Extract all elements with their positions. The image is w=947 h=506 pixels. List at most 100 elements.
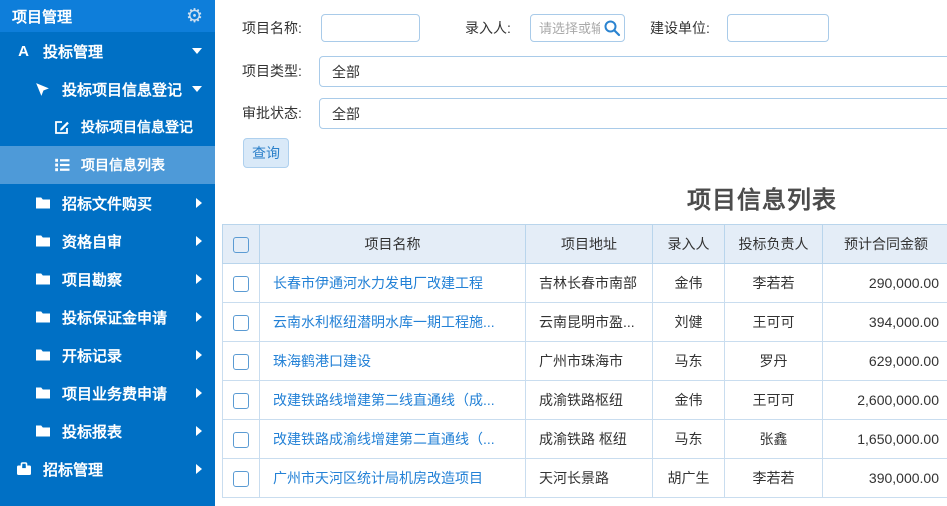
archive-icon <box>14 461 33 478</box>
project-name-link[interactable]: 珠海鹤港口建设 <box>273 353 371 369</box>
construction-unit-input[interactable] <box>727 14 829 42</box>
caret-right-icon <box>196 198 202 208</box>
column-header-project-address: 项目地址 <box>526 225 653 264</box>
sidebar-item-bid-bond-application[interactable]: 投标保证金申请 <box>0 298 215 336</box>
project-name-label: 项目名称: <box>242 14 302 42</box>
sidebar-item-label: 投标项目信息登记 <box>62 79 182 100</box>
project-info-table: 项目名称项目地址录入人投标负责人预计合同金额长春市伊通河水力发电厂改建工程 吉林长… <box>222 224 947 498</box>
bid-leader-link[interactable]: 罗丹 <box>725 342 823 381</box>
sidebar-item-bid-project-info-registration-group[interactable]: 投标项目信息登记 <box>0 70 215 108</box>
row-checkbox[interactable] <box>233 471 249 487</box>
sidebar-item-label: 项目信息列表 <box>81 155 165 175</box>
row-checkbox[interactable] <box>233 276 249 292</box>
project-address-cell: 吉林长春市南部 <box>526 264 653 303</box>
entry-person-link[interactable]: 马东 <box>653 420 725 459</box>
column-header-estimated-contract-amount: 预计合同金额 <box>823 225 947 264</box>
sidebar-item-bid-opening-record[interactable]: 开标记录 <box>0 336 215 374</box>
entry-person-link[interactable]: 金伟 <box>653 264 725 303</box>
location-arrow-icon <box>33 81 52 98</box>
folder-icon <box>33 347 52 364</box>
entry-person-link[interactable]: 马东 <box>653 342 725 381</box>
project-name-link[interactable]: 改建铁路成渝线增建第二直通线（... <box>273 431 495 447</box>
select-all-cell <box>223 225 260 264</box>
page-title: 项目信息列表 <box>652 180 872 215</box>
project-name-link[interactable]: 改建铁路线增建第二线直通线（成... <box>273 392 495 408</box>
table-row: 云南水利枢纽潜明水库一期工程施... 云南昆明市盈...刘健王可可394,000.… <box>223 303 947 342</box>
folder-icon <box>33 423 52 440</box>
amount-cell: 290,000.00 <box>823 264 947 303</box>
search-icon[interactable] <box>603 19 621 37</box>
sidebar-item-bid-report[interactable]: 投标报表 <box>0 412 215 450</box>
row-checkbox-cell <box>223 459 260 498</box>
table-row: 改建铁路成渝线增建第二直通线（...成渝铁路 枢纽马东张鑫1,650,000.0… <box>223 420 947 459</box>
caret-right-icon <box>196 388 202 398</box>
table-row: 改建铁路线增建第二线直通线（成...成渝铁路枢纽金伟王可可2,600,000.0… <box>223 381 947 420</box>
project-address-cell: 广州市珠海市 <box>526 342 653 381</box>
row-checkbox[interactable] <box>233 354 249 370</box>
row-checkbox[interactable] <box>233 432 249 448</box>
sidebar-item-label: 开标记录 <box>62 345 122 366</box>
sidebar-item-project-survey[interactable]: 项目勘察 <box>0 260 215 298</box>
sidebar-item-qualification-self-review[interactable]: 资格自审 <box>0 222 215 260</box>
entry-person-link[interactable]: 刘健 <box>653 303 725 342</box>
caret-right-icon <box>196 350 202 360</box>
row-checkbox-cell <box>223 420 260 459</box>
sidebar-title: 项目管理 <box>12 6 72 27</box>
sidebar: 项目管理 ⚙ A投标管理投标项目信息登记投标项目信息登记项目信息列表招标文件购买… <box>0 0 215 506</box>
sidebar-item-tender-document-purchase[interactable]: 招标文件购买 <box>0 184 215 222</box>
project-type-select[interactable]: 全部 <box>319 56 947 87</box>
row-checkbox-cell <box>223 264 260 303</box>
sidebar-item-project-business-fee-application[interactable]: 项目业务费申请 <box>0 374 215 412</box>
amount-cell: 2,600,000.00 <box>823 381 947 420</box>
column-header-project-name: 项目名称 <box>260 225 526 264</box>
table-row: 珠海鹤港口建设广州市珠海市马东罗丹629,000.00 <box>223 342 947 381</box>
query-button[interactable]: 查询 <box>243 138 289 168</box>
app: 项目管理 ⚙ A投标管理投标项目信息登记投标项目信息登记项目信息列表招标文件购买… <box>0 0 947 506</box>
edit-icon <box>52 119 71 136</box>
main-content: 项目名称: 录入人: 建设单位: 项目类型: 全部 审批状态: 全部 查询 项目… <box>215 0 947 506</box>
sidebar-item-label: 投标报表 <box>62 421 122 442</box>
row-checkbox[interactable] <box>233 315 249 331</box>
select-all-checkbox[interactable] <box>233 237 249 253</box>
sidebar-item-label: 项目业务费申请 <box>62 383 167 404</box>
folder-icon <box>33 233 52 250</box>
amount-cell: 1,650,000.00 <box>823 420 947 459</box>
sidebar-item-label: 项目勘察 <box>62 269 122 290</box>
sidebar-header: 项目管理 ⚙ <box>0 0 215 32</box>
gear-icon[interactable]: ⚙ <box>186 7 203 26</box>
sidebar-item-project-info-list[interactable]: 项目信息列表 <box>0 146 215 184</box>
sidebar-item-label: 投标保证金申请 <box>62 307 167 328</box>
project-name-input[interactable] <box>321 14 420 42</box>
amount-cell: 390,000.00 <box>823 459 947 498</box>
caret-right-icon <box>196 236 202 246</box>
bid-leader-link[interactable]: 李若若 <box>725 264 823 303</box>
bid-leader-link[interactable]: 张鑫 <box>725 420 823 459</box>
caret-down-icon <box>192 86 202 92</box>
project-address-cell: 天河长景路 <box>526 459 653 498</box>
entry-person-link[interactable]: 胡广生 <box>653 459 725 498</box>
caret-right-icon <box>196 426 202 436</box>
entry-person-label: 录入人: <box>465 14 511 42</box>
sidebar-item-bid-management[interactable]: A投标管理 <box>0 32 215 70</box>
bid-leader-link[interactable]: 王可可 <box>725 303 823 342</box>
project-name-link[interactable]: 长春市伊通河水力发电厂改建工程 <box>273 275 483 291</box>
project-address-cell: 云南昆明市盈... <box>526 303 653 342</box>
bid-leader-link[interactable]: 王可可 <box>725 381 823 420</box>
entry-person-link[interactable]: 金伟 <box>653 381 725 420</box>
sidebar-item-label: 招标管理 <box>43 459 103 480</box>
bid-leader-link[interactable]: 李若若 <box>725 459 823 498</box>
project-name-link[interactable]: 云南水利枢纽潜明水库一期工程施... <box>273 314 495 330</box>
approval-status-select[interactable]: 全部 <box>319 98 947 129</box>
amount-cell: 394,000.00 <box>823 303 947 342</box>
project-name-link[interactable]: 广州市天河区统计局机房改造项目 <box>273 470 483 486</box>
row-checkbox[interactable] <box>233 393 249 409</box>
folder-icon <box>33 271 52 288</box>
column-header-entry-person: 录入人 <box>653 225 725 264</box>
sidebar-item-bid-project-info-registration[interactable]: 投标项目信息登记 <box>0 108 215 146</box>
row-checkbox-cell <box>223 381 260 420</box>
folder-icon <box>33 195 52 212</box>
sidebar-menu: A投标管理投标项目信息登记投标项目信息登记项目信息列表招标文件购买资格自审项目勘… <box>0 32 215 488</box>
sidebar-item-tender-management[interactable]: 招标管理 <box>0 450 215 488</box>
sidebar-item-label: 招标文件购买 <box>62 193 152 214</box>
column-header-bid-leader: 投标负责人 <box>725 225 823 264</box>
